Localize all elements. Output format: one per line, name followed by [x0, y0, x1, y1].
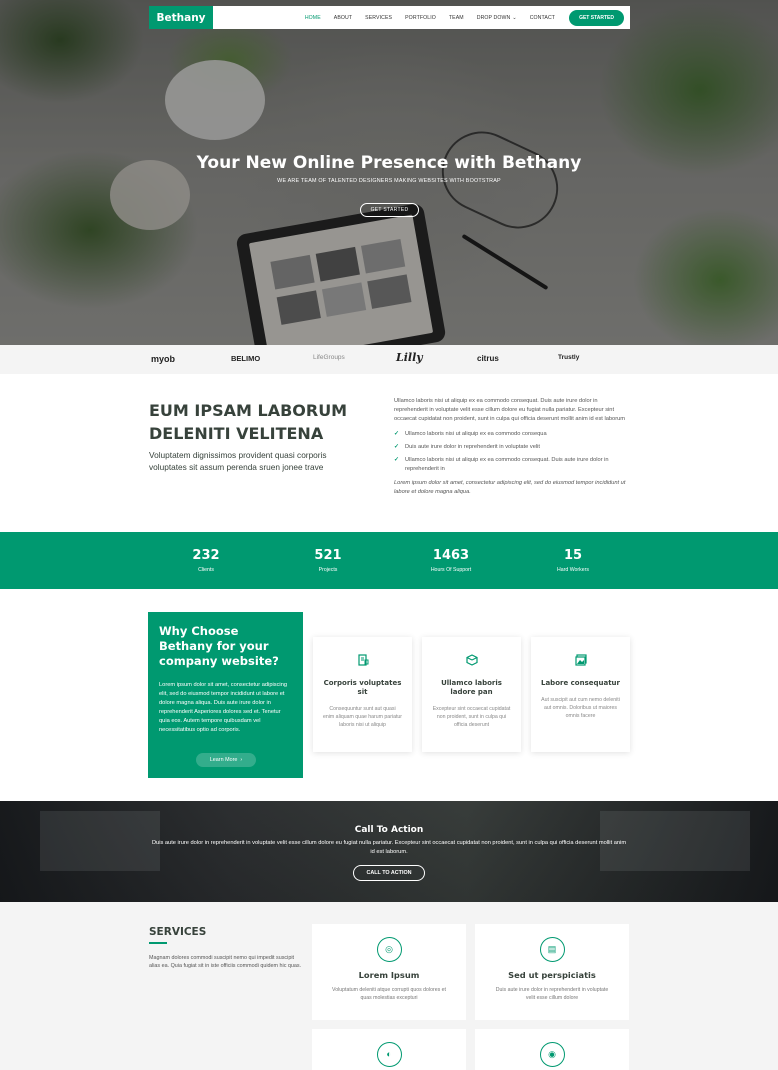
clients-strip: myob BELIMO LifeGroups Lilly citrus Trus… [0, 345, 778, 374]
check-icon: ✓ [394, 431, 400, 437]
service-card[interactable]: ◎ Lorem Ipsum Voluptatum deleniti atque … [312, 924, 466, 1020]
count-label: Hours Of Support [430, 567, 472, 573]
icon-box-text: Aut suscipit aut cum nemo deleniti aut o… [541, 697, 620, 719]
service-card[interactable]: ▤ Sed ut perspiciatis Duis aute irure do… [475, 924, 629, 1020]
services-title-underline [149, 942, 167, 944]
icon-box: Corporis voluptates sit Consequuntur sun… [313, 637, 412, 752]
why-us-title: Why Choose Bethany for your company webs… [159, 624, 279, 668]
nav-home[interactable]: HOME [305, 15, 321, 21]
services-description: Magnam dolores commodi suscipit nemo qui… [149, 955, 302, 969]
icon-box-text: Excepteur sint occaecat cupidatat non pr… [432, 706, 511, 728]
service-card-text: Duis aute irure dolor in reprehenderit i… [495, 987, 609, 1001]
service-card-text: Voluptatum deleniti atque corrupti quos … [332, 987, 446, 1001]
cta-section: Call To Action Duis aute irure dolor in … [0, 801, 778, 902]
count-label: Hard Workers [557, 567, 589, 573]
count-label: Clients [198, 567, 214, 573]
count-hours: 1463 Hours Of Support [391, 548, 511, 573]
count-value: 1463 [432, 548, 470, 563]
count-workers: 15 Hard Workers [513, 548, 633, 573]
page: Bethany HOME ABOUT SERVICES PORTFOLIO TE… [0, 0, 778, 1070]
service-card-title: Sed ut perspiciatis [508, 970, 596, 980]
about-content: Ullamco laboris nisi ut aliquip ex ea co… [394, 397, 630, 497]
list-item: ✓ Duis aute irure dolor in reprehenderit … [394, 443, 630, 452]
list-item: ✓ Ullamco laboris nisi ut aliquip ex ea c… [394, 430, 630, 439]
count-value: 232 [192, 548, 220, 563]
list-item-text: Duis aute irure dolor in reprehenderit i… [405, 444, 540, 450]
navbar: Bethany HOME ABOUT SERVICES PORTFOLIO TE… [149, 6, 630, 29]
why-us-text: Lorem ipsum dolor sit amet, consectetur … [159, 682, 288, 733]
nav-team[interactable]: TEAM [449, 15, 464, 21]
services-section: SERVICES Magnam dolores commodi suscipit… [0, 902, 778, 1070]
about-title: EUM IPSAM LABORUM DELENITI VELITENA [149, 401, 348, 443]
service-card[interactable]: ◐ [312, 1029, 466, 1070]
client-logo-lilly: Lilly [396, 351, 423, 364]
site-logo[interactable]: Bethany [149, 6, 213, 29]
nav-dropdown-label: DROP DOWN [476, 14, 511, 21]
service-card-title: Lorem Ipsum [358, 970, 420, 980]
icon-box: Ullamco laboris ladore pan Excepteur sin… [422, 637, 521, 752]
check-icon: ✓ [394, 444, 400, 450]
cta-text: Duis aute irure dolor in reprehenderit i… [151, 840, 627, 855]
client-logo-belimo: BELIMO [231, 354, 261, 363]
list-item: ✓ Ullamco laboris nisi ut aliquip ex ea c… [394, 456, 630, 474]
count-value: 521 [314, 548, 342, 563]
count-label: Projects [318, 567, 338, 573]
client-logo-myob: myob [151, 354, 176, 364]
client-logo-lifegroups: LifeGroups [313, 354, 345, 361]
why-us-box: Why Choose Bethany for your company webs… [148, 612, 303, 778]
nav-portfolio[interactable]: PORTFOLIO [405, 15, 436, 21]
about-paragraph: Ullamco laboris nisi ut aliquip ex ea co… [394, 398, 626, 422]
about-italic-text: Lorem ipsum dolor sit amet, consectetur … [394, 480, 626, 495]
call-to-action-button[interactable]: CALL TO ACTION [353, 865, 425, 881]
file-icon: ▤ [539, 937, 565, 962]
client-logo-trustly: Trustly [558, 354, 580, 361]
service-card[interactable]: ◉ [475, 1029, 629, 1070]
list-item-text: Ullamco laboris nisi ut aliquip ex ea co… [405, 431, 547, 437]
chevron-right-icon: › [240, 757, 243, 763]
cube-icon [465, 654, 479, 668]
count-value: 15 [563, 548, 583, 563]
nav-about[interactable]: ABOUT [334, 15, 352, 21]
icon-box: Labore consequatur Aut suscipit aut cum … [531, 637, 630, 752]
cta-title: Call To Action [354, 825, 424, 835]
receipt-icon [356, 654, 370, 668]
hero-title: Your New Online Presence with Bethany [196, 153, 582, 173]
get-started-nav-button[interactable]: GET STARTED [569, 9, 624, 26]
icon-box-title: Labore consequatur [541, 679, 620, 687]
cta-bg-window [40, 811, 160, 871]
get-started-hero-button[interactable]: GET STARTED [360, 203, 419, 217]
icon-box-title: Ullamco laboris ladore pan [441, 679, 502, 696]
icon-box-text: Consequuntur sunt aut quasi enim aliquam… [323, 706, 403, 728]
services-title: SERVICES [149, 926, 207, 938]
speedometer-icon: ◐ [376, 1042, 402, 1067]
count-clients: 232 Clients [146, 548, 266, 573]
learn-more-button[interactable]: Learn More › [196, 753, 256, 767]
counts-section: 232 Clients 521 Projects 1463 Hours Of S… [0, 532, 778, 589]
check-icon: ✓ [394, 457, 400, 463]
hero-subtitle: WE ARE TEAM OF TALENTED DESIGNERS MAKING… [277, 178, 501, 184]
about-lead: Voluptatem dignissimos provident quasi c… [149, 450, 327, 472]
count-projects: 521 Projects [268, 548, 388, 573]
nav-dropdown[interactable]: DROP DOWN ⌄ [477, 15, 517, 21]
hero-section: Bethany HOME ABOUT SERVICES PORTFOLIO TE… [0, 0, 778, 345]
nav-contact[interactable]: CONTACT [530, 15, 555, 21]
globe-icon: ◉ [539, 1042, 565, 1067]
nav-menu: HOME ABOUT SERVICES PORTFOLIO TEAM DROP … [213, 9, 630, 26]
dribbble-icon: ◎ [376, 937, 402, 962]
about-list: ✓ Ullamco laboris nisi ut aliquip ex ea c… [394, 430, 630, 474]
client-logo-citrus: citrus [477, 354, 499, 363]
images-icon [574, 654, 588, 668]
learn-more-label: Learn More [209, 757, 238, 763]
chevron-down-icon: ⌄ [512, 14, 517, 21]
icon-box-title: Corporis voluptates sit [323, 679, 402, 696]
nav-services[interactable]: SERVICES [365, 15, 392, 21]
list-item-text: Ullamco laboris nisi ut aliquip ex ea co… [405, 457, 609, 472]
